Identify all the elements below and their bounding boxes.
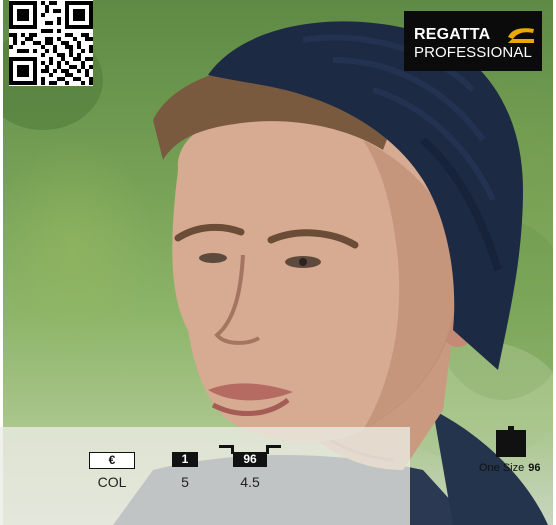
brand-name: REGATTA — [414, 26, 491, 43]
pack-value: 5 — [181, 474, 189, 490]
currency-icon: € — [89, 452, 135, 469]
carton-icon: 96 — [233, 452, 267, 467]
carton-value: 4.5 — [240, 474, 260, 490]
pack-icon: 1 — [172, 452, 198, 467]
size-label: One Size 96 — [479, 462, 541, 474]
bag-icon — [496, 426, 526, 457]
currency-value: COL — [97, 474, 127, 490]
size-quantity: 96 — [528, 462, 541, 474]
size-text: One Size — [479, 462, 525, 474]
swoosh-icon — [508, 28, 534, 43]
brand-subline: PROFESSIONAL — [414, 44, 532, 61]
qr-code[interactable] — [9, 0, 93, 86]
qr-code-icon — [9, 1, 93, 85]
product-sheet: REGATTA PROFESSIONAL € COL 1 5 96 4.5 On… — [0, 0, 556, 525]
brand-logo: REGATTA PROFESSIONAL — [404, 11, 542, 71]
